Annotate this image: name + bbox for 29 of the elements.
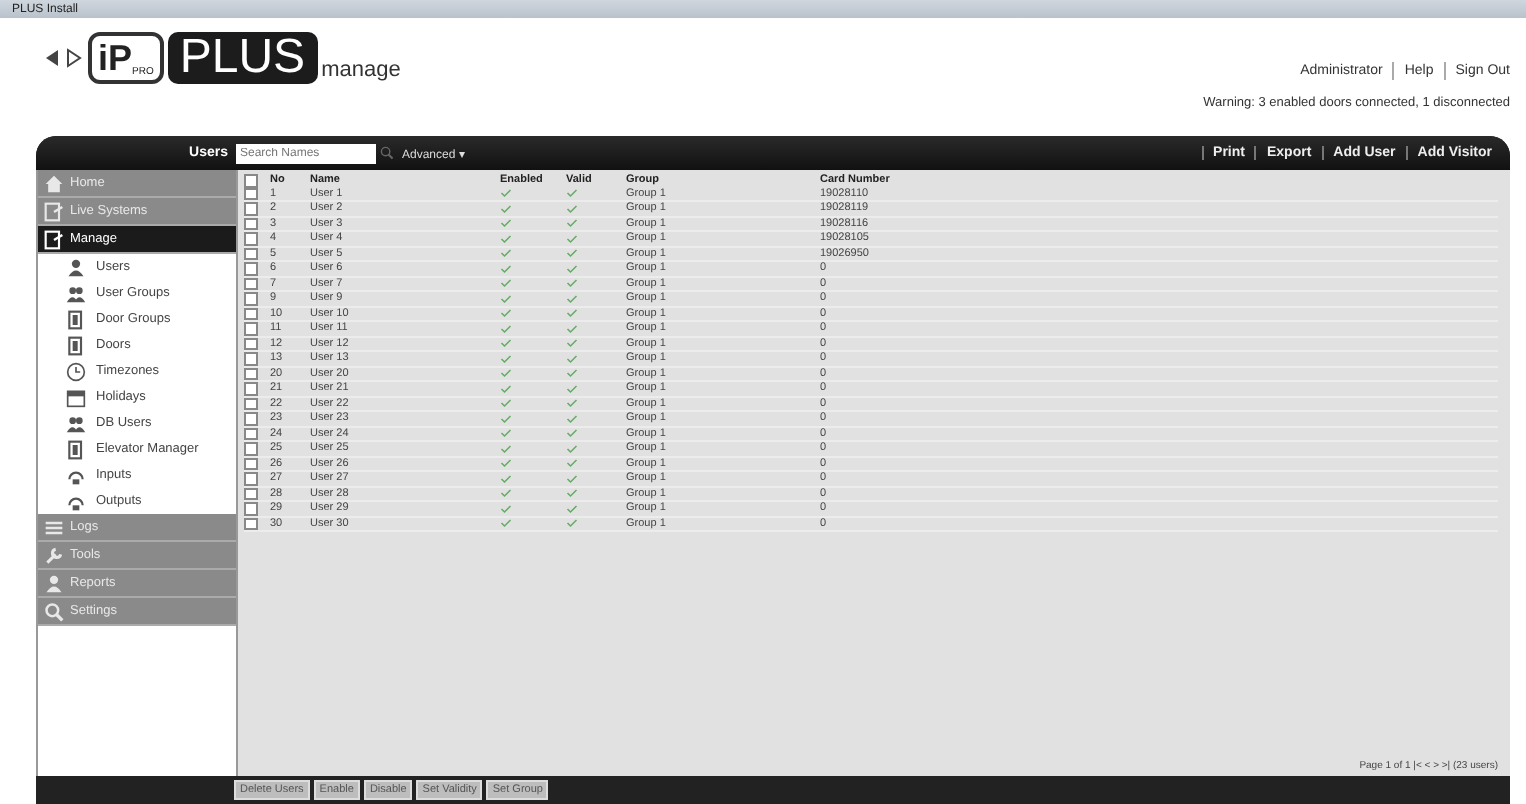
row-checkbox[interactable] — [244, 472, 258, 485]
row-checkbox[interactable] — [244, 322, 258, 335]
clock-icon — [66, 361, 86, 381]
stack-icon — [44, 517, 64, 537]
door-icon — [66, 439, 86, 459]
search-icon — [380, 146, 394, 160]
people-icon — [66, 283, 86, 303]
house-icon — [44, 173, 64, 193]
row-checkbox[interactable] — [244, 232, 258, 245]
wrench-icon — [44, 545, 64, 565]
person-icon — [66, 257, 86, 277]
panel-icon — [44, 201, 64, 221]
row-checkbox[interactable] — [244, 352, 258, 365]
row-checkbox[interactable] — [244, 292, 258, 305]
row-checkbox[interactable] — [244, 262, 258, 275]
panel-icon — [44, 229, 64, 249]
select-all-checkbox[interactable] — [244, 174, 258, 187]
app-name: manage — [321, 58, 401, 82]
row-checkbox[interactable] — [244, 502, 258, 515]
calendar-icon — [66, 387, 86, 407]
row-checkbox[interactable] — [244, 442, 258, 455]
magnifier-icon — [44, 601, 64, 621]
row-checkbox[interactable] — [244, 382, 258, 395]
row-checkbox[interactable] — [244, 412, 258, 425]
row-checkbox[interactable] — [244, 202, 258, 215]
people-icon — [66, 413, 86, 433]
back-forward-icon[interactable] — [44, 48, 84, 68]
logo-text: PLUS — [167, 32, 318, 84]
person-icon — [44, 573, 64, 593]
